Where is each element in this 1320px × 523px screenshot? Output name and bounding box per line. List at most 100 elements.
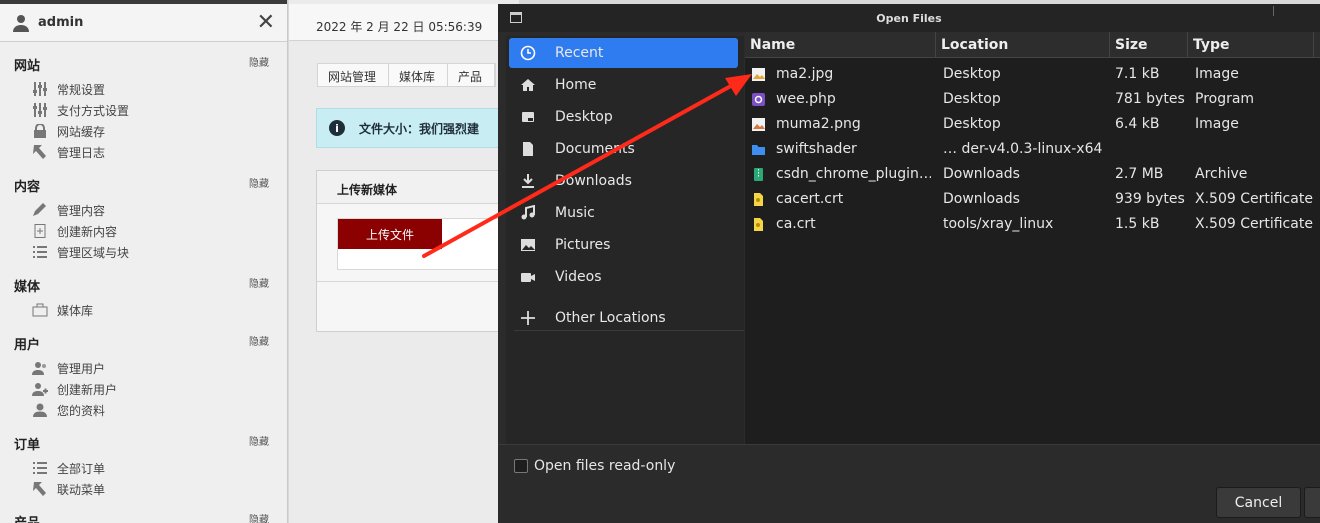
- place-desktop[interactable]: Desktop: [509, 102, 738, 132]
- cancel-button[interactable]: Cancel: [1216, 487, 1301, 518]
- pictures-icon: [521, 239, 535, 251]
- pencil-icon: [33, 203, 46, 216]
- file-name: swiftshader: [776, 141, 857, 157]
- place-other-locations[interactable]: Other Locations: [509, 303, 738, 333]
- upload-area: 上传文件: [337, 218, 517, 270]
- sidebar-item-create-user[interactable]: 创建新用户: [32, 380, 117, 398]
- lock-icon: [34, 124, 46, 138]
- user-icon: [13, 14, 29, 32]
- panel-divider: [317, 281, 517, 282]
- place-label: Other Locations: [555, 310, 666, 326]
- place-documents[interactable]: Documents: [509, 134, 738, 164]
- sidebar-item-label: 支付方式设置: [57, 103, 130, 118]
- sidebar-item-create-content[interactable]: 创建新内容: [32, 222, 117, 240]
- download-icon: [522, 174, 534, 188]
- file-name: ca.crt: [776, 216, 816, 232]
- file-location: Downloads: [943, 166, 1020, 182]
- place-label: Music: [555, 205, 595, 221]
- sidebar-item-payment-settings[interactable]: 支付方式设置: [32, 101, 129, 119]
- breadcrumb-products[interactable]: 产品: [448, 64, 496, 86]
- file-name: muma2.png: [776, 116, 861, 132]
- place-home[interactable]: Home: [509, 70, 738, 100]
- place-pictures[interactable]: Pictures: [509, 230, 738, 260]
- section-title-site: 网站: [14, 59, 41, 74]
- place-label: Recent: [555, 45, 604, 61]
- column-location[interactable]: Location: [936, 32, 1110, 58]
- sidebar-item-admin-log[interactable]: 管理日志: [32, 143, 105, 161]
- sidebar-item-label: 管理内容: [57, 203, 106, 218]
- section-title-users: 用户: [14, 338, 41, 353]
- breadcrumb-media-library[interactable]: 媒体库: [389, 64, 449, 86]
- sidebar-item-label: 联动菜单: [57, 482, 106, 497]
- file-size: 7.1 kB: [1115, 66, 1160, 82]
- section-title-media: 媒体: [14, 280, 41, 295]
- image-file-icon: [752, 68, 765, 81]
- section-hide-media[interactable]: 隐藏: [249, 275, 269, 290]
- file-list-header: Name Location Size Type: [745, 32, 1320, 58]
- dialog-footer: Open files read-only Cancel: [498, 444, 1320, 523]
- open-button[interactable]: [1304, 487, 1320, 518]
- file-row[interactable]: swiftshader … der-v4.0.3-linux-x64: [745, 137, 1320, 162]
- place-downloads[interactable]: Downloads: [509, 166, 738, 196]
- breadcrumb-site-admin[interactable]: 网站管理: [318, 64, 390, 86]
- file-location: Desktop: [943, 91, 1001, 107]
- archive-file-icon: [754, 168, 763, 181]
- file-size: 2.7 MB: [1115, 166, 1164, 182]
- readonly-checkbox[interactable]: Open files read-only: [514, 458, 675, 474]
- new-document-icon: [34, 224, 46, 238]
- file-size-notice: i 文件大小：我们强烈建: [316, 108, 516, 148]
- sidebar-item-media-library[interactable]: 媒体库: [32, 301, 93, 319]
- file-row[interactable]: wee.php Desktop 781 bytes Program: [745, 87, 1320, 112]
- section-hide-site[interactable]: 隐藏: [249, 54, 269, 69]
- sidebar-item-label: 媒体库: [57, 303, 94, 318]
- info-icon: i: [329, 120, 345, 136]
- column-size[interactable]: Size: [1110, 32, 1188, 58]
- column-name[interactable]: Name: [745, 32, 936, 58]
- sidebar-item-site-cache[interactable]: 网站缓存: [32, 122, 105, 140]
- main-content: 2022 年 2 月 22 日 05:56:39 网站管理 媒体库 产品 i 文…: [289, 0, 519, 523]
- videos-icon: [521, 273, 535, 282]
- file-row[interactable]: csdn_chrome_plugin… Downloads 2.7 MB Arc…: [745, 162, 1320, 187]
- upload-file-button[interactable]: 上传文件: [338, 219, 442, 249]
- column-type[interactable]: Type: [1188, 32, 1314, 58]
- place-videos[interactable]: Videos: [509, 262, 738, 292]
- section-hide-users[interactable]: 隐藏: [249, 333, 269, 348]
- sidebar-item-linked-menu[interactable]: 联动菜单: [32, 480, 105, 498]
- file-row[interactable]: muma2.png Desktop 6.4 kB Image: [745, 112, 1320, 137]
- sidebar-item-your-profile[interactable]: 您的资料: [32, 401, 105, 419]
- desktop-icon: [522, 112, 534, 122]
- file-row[interactable]: ca.crt tools/xray_linux 1.5 kB X.509 Cer…: [745, 212, 1320, 237]
- file-location: Desktop: [943, 66, 1001, 82]
- file-size: 1.5 kB: [1115, 216, 1160, 232]
- sidebar-item-manage-users[interactable]: 管理用户: [32, 359, 105, 377]
- file-row[interactable]: ma2.jpg Desktop 7.1 kB Image: [745, 62, 1320, 87]
- section-hide-products[interactable]: 隐藏: [249, 511, 269, 523]
- file-type: X.509 Certificate: [1195, 191, 1313, 207]
- file-row[interactable]: cacert.crt Downloads 939 bytes X.509 Cer…: [745, 187, 1320, 212]
- sidebar-item-label: 您的资料: [57, 403, 106, 418]
- dialog-titlebar: Open Files: [498, 4, 1320, 32]
- sidebar-item-label: 创建新内容: [57, 224, 118, 239]
- open-files-dialog: Open Files Recent Home Desktop Documents…: [498, 4, 1320, 523]
- section-hide-content[interactable]: 隐藏: [249, 175, 269, 190]
- place-recent[interactable]: Recent: [509, 38, 738, 68]
- close-icon[interactable]: ✕: [257, 11, 275, 34]
- place-music[interactable]: Music: [509, 198, 738, 228]
- file-location: Downloads: [943, 191, 1020, 207]
- sidebar-item-general-settings[interactable]: 常规设置: [32, 80, 105, 98]
- place-label: Pictures: [555, 237, 611, 253]
- sidebar-item-all-orders[interactable]: 全部订单: [32, 459, 105, 477]
- place-label: Videos: [555, 269, 602, 285]
- file-location: … der-v4.0.3-linux-x64: [943, 141, 1103, 157]
- sidebar-item-label: 全部订单: [57, 461, 106, 476]
- sidebar-item-manage-content[interactable]: 管理内容: [32, 201, 105, 219]
- sidebar-item-manage-blocks[interactable]: 管理区域与块: [32, 243, 129, 261]
- section-title-orders: 订单: [14, 438, 41, 453]
- place-label: Documents: [555, 141, 635, 157]
- section-hide-orders[interactable]: 隐藏: [249, 433, 269, 448]
- upload-media-panel: 上传新媒体 上传文件: [316, 170, 517, 332]
- checkbox-box[interactable]: [514, 459, 528, 473]
- current-datetime: 2022 年 2 月 22 日 05:56:39: [316, 20, 483, 34]
- list-icon: [33, 246, 47, 258]
- music-icon: [521, 205, 535, 220]
